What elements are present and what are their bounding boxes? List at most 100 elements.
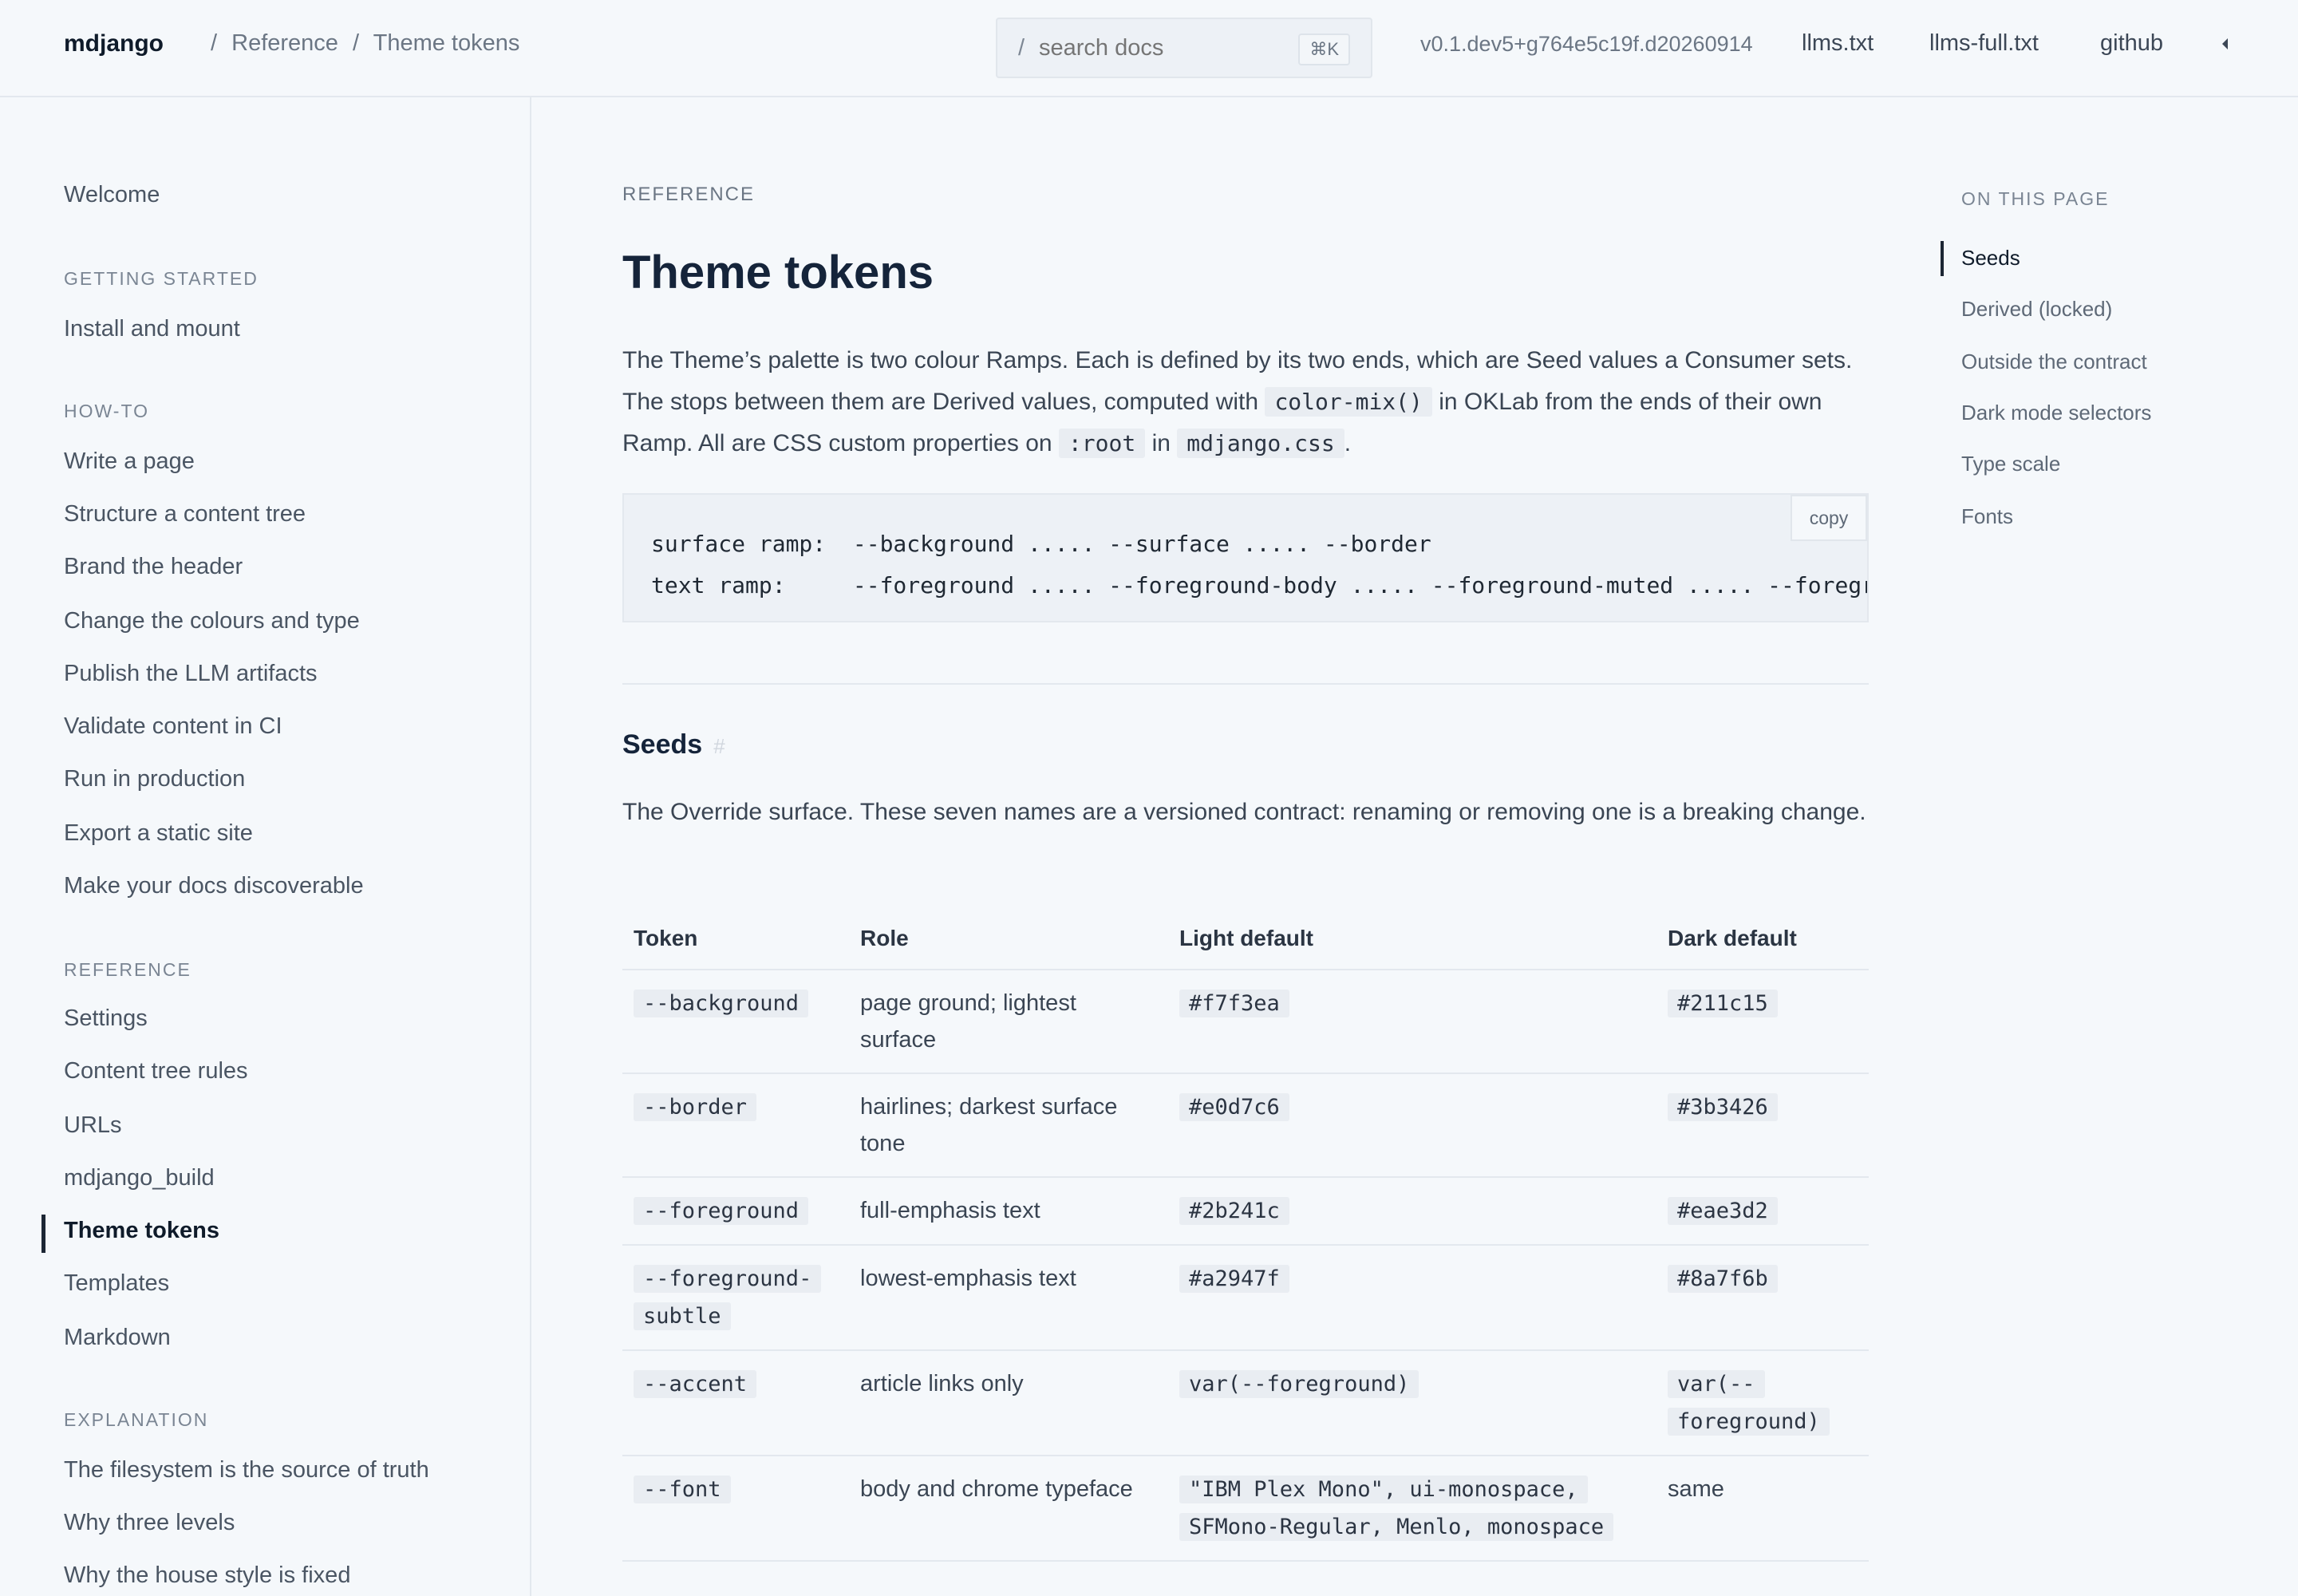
heading-anchor-link[interactable]: # (713, 734, 725, 758)
cell-dark: #211c15 (1656, 970, 1869, 1074)
sidebar-item-urls[interactable]: URLs (64, 1112, 122, 1139)
cell-light: #2b241c (1168, 1177, 1656, 1246)
value-code: "IBM Plex Mono", ui-monospace, SFMono-Re… (1179, 1476, 1614, 1541)
version-label: v0.1.dev5+g764e5c19f.d20260914 (1420, 32, 1753, 56)
token-code: --foreground (634, 1197, 809, 1225)
cell-role: page ground; lightest surface (849, 970, 1168, 1074)
search-box[interactable]: / ⌘K (996, 18, 1372, 78)
cell-light: #e0d7c6 (1168, 1073, 1656, 1178)
breadcrumb-separator: / (211, 30, 218, 56)
table-row: --foreground full-emphasis text #2b241c … (622, 1177, 1869, 1246)
toc-item-seeds[interactable]: Seeds (1961, 246, 2020, 271)
sidebar-item-export-static[interactable]: Export a static site (64, 820, 253, 847)
sidebar-item-mdjango-build[interactable]: mdjango_build (64, 1165, 215, 1191)
copy-button[interactable]: copy (1791, 495, 1867, 541)
token-code: --border (634, 1093, 757, 1121)
value-code: var(--foreground) (1179, 1370, 1419, 1398)
sidebar-active-indicator (41, 1215, 45, 1253)
value-code: #2b241c (1179, 1197, 1289, 1225)
inline-code-mdjango-css: mdjango.css (1177, 429, 1344, 458)
cell-token: --font (622, 1456, 849, 1562)
top-bar: mdjango / Reference / Theme tokens / ⌘K … (0, 0, 2298, 97)
sidebar-item-brand-header[interactable]: Brand the header (64, 554, 243, 580)
sidebar-item-templates[interactable]: Templates (64, 1270, 169, 1297)
code-block-content: surface ramp: --background ..... --surfa… (651, 523, 1867, 606)
toc-item-dark-mode[interactable]: Dark mode selectors (1961, 401, 2151, 425)
toc-title: ON THIS PAGE (1961, 188, 2110, 209)
sidebar-item-write-a-page[interactable]: Write a page (64, 448, 195, 475)
column-header-light: Light default (1168, 908, 1656, 970)
cell-role: article links only (849, 1350, 1168, 1456)
column-header-dark: Dark default (1656, 908, 1869, 970)
sidebar-item-validate-ci[interactable]: Validate content in CI (64, 713, 282, 740)
sidebar-nav: Welcome GETTING STARTED Install and moun… (0, 97, 531, 1596)
cell-dark: same (1656, 1456, 1869, 1562)
search-shortcut-badge: ⌘K (1298, 34, 1350, 65)
code-line: text ramp: --foreground ..... --foregrou… (651, 572, 1867, 598)
breadcrumb-separator: / (353, 30, 360, 56)
cell-token: --accent (622, 1350, 849, 1456)
theme-toggle-icon[interactable] (2218, 35, 2231, 54)
cell-dark: var(--foreground) (1656, 1350, 1869, 1456)
section-heading-seeds: Seeds # (622, 729, 725, 760)
sidebar-item-settings[interactable]: Settings (64, 1005, 148, 1032)
cell-light: #a2947f (1168, 1245, 1656, 1351)
table-row: --foreground-subtle lowest-emphasis text… (622, 1245, 1869, 1351)
breadcrumb-current: Theme tokens (373, 30, 520, 56)
sidebar-item-markdown[interactable]: Markdown (64, 1325, 171, 1351)
code-line: surface ramp: --background ..... --surfa… (651, 531, 1431, 557)
toc-active-indicator (1941, 241, 1944, 276)
toc-item-fonts[interactable]: Fonts (1961, 504, 2013, 529)
sidebar-item-theme-tokens[interactable]: Theme tokens (64, 1218, 219, 1244)
page-title: Theme tokens (622, 247, 934, 298)
code-block-ramps: surface ramp: --background ..... --surfa… (622, 493, 1869, 622)
value-code: #211c15 (1668, 990, 1778, 1017)
section-heading-text: Seeds (622, 729, 703, 760)
sidebar-item-install[interactable]: Install and mount (64, 316, 240, 342)
cell-token: --border (622, 1073, 849, 1178)
column-header-token: Token (622, 908, 849, 970)
sidebar-item-house-style[interactable]: Why the house style is fixed (64, 1562, 350, 1589)
value-code: var(--foreground) (1668, 1370, 1830, 1436)
value-code: #8a7f6b (1668, 1265, 1778, 1293)
token-code: --background (634, 990, 809, 1017)
intro-paragraph: The Theme’s palette is two colour Ramps.… (622, 340, 1869, 464)
brand-logo-text[interactable]: mdjango (64, 30, 164, 57)
sidebar-item-three-levels[interactable]: Why three levels (64, 1510, 235, 1536)
breadcrumb-reference[interactable]: Reference (231, 30, 338, 56)
sidebar-item-structure-content-tree[interactable]: Structure a content tree (64, 501, 306, 527)
sidebar-item-run-production[interactable]: Run in production (64, 766, 245, 792)
search-input[interactable] (1039, 32, 1278, 64)
toc-item-derived[interactable]: Derived (locked) (1961, 297, 2112, 322)
cell-dark: #eae3d2 (1656, 1177, 1869, 1246)
sidebar-item-welcome[interactable]: Welcome (64, 182, 160, 208)
sidebar-section-reference: REFERENCE (64, 959, 192, 980)
intro-text: . (1344, 430, 1352, 456)
inline-code-color-mix: color-mix() (1265, 387, 1432, 417)
toc-item-type-scale[interactable]: Type scale (1961, 452, 2060, 476)
cell-light: "IBM Plex Mono", ui-monospace, SFMono-Re… (1168, 1456, 1656, 1562)
sidebar-item-publish-llm[interactable]: Publish the LLM artifacts (64, 661, 318, 687)
sidebar-item-change-colours[interactable]: Change the colours and type (64, 608, 360, 634)
sidebar-item-content-tree-rules[interactable]: Content tree rules (64, 1058, 248, 1084)
nav-link-llms-txt[interactable]: llms.txt (1802, 30, 1874, 57)
column-header-role: Role (849, 908, 1168, 970)
toc-item-outside-contract[interactable]: Outside the contract (1961, 350, 2147, 374)
sidebar-section-getting-started: GETTING STARTED (64, 268, 259, 289)
cell-role: lowest-emphasis text (849, 1245, 1168, 1351)
value-code: #e0d7c6 (1179, 1093, 1289, 1121)
cell-token: --background (622, 970, 849, 1074)
sidebar-section-explanation: EXPLANATION (64, 1409, 209, 1430)
nav-link-github[interactable]: github (2100, 30, 2163, 57)
nav-link-llms-full-txt[interactable]: llms-full.txt (1929, 30, 2039, 57)
page-eyebrow: REFERENCE (622, 184, 756, 205)
value-code: #3b3426 (1668, 1093, 1778, 1121)
intro-text: in (1151, 430, 1171, 456)
inline-code-root: :root (1058, 429, 1146, 458)
sidebar-item-filesystem-truth[interactable]: The filesystem is the source of truth (64, 1457, 429, 1483)
cell-role: hairlines; darkest surface tone (849, 1073, 1168, 1178)
search-prefix: / (1018, 35, 1025, 61)
token-code: --foreground-subtle (634, 1265, 822, 1330)
sidebar-item-discoverable[interactable]: Make your docs discoverable (64, 873, 364, 899)
value-code: #a2947f (1179, 1265, 1289, 1293)
